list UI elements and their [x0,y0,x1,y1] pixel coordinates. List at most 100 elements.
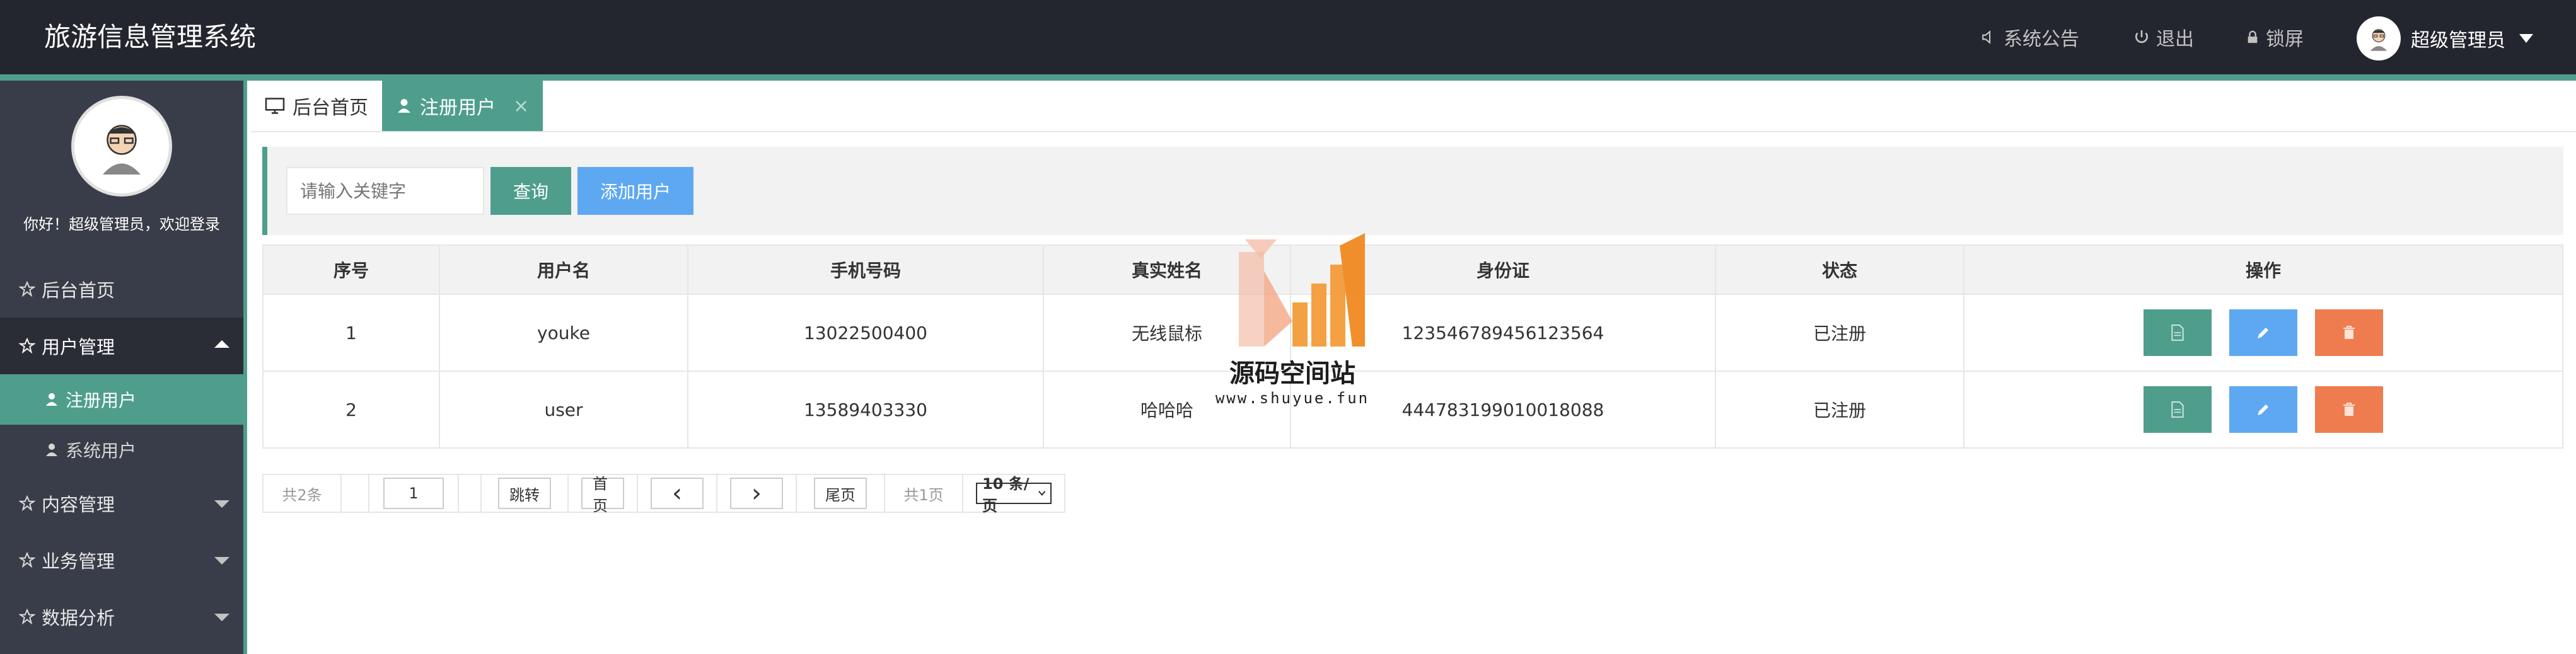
last-page-button[interactable]: 尾页 [814,478,867,509]
view-button[interactable] [2144,309,2212,356]
per-page-select[interactable]: 10 条/页 [976,475,1052,515]
announcement-link[interactable]: 系统公告 [1981,0,2079,74]
view-button[interactable] [2144,386,2212,433]
sidebar-item-label: 系统用户 [66,440,137,461]
user-icon [46,393,57,406]
first-page-cell: 首页 [569,475,638,515]
column-header: 操作 [1963,244,2563,295]
lock-screen-link[interactable]: 锁屏 [2246,0,2304,74]
table-row: 2 user 13589403330 哈哈哈 44478319901001808… [262,370,2563,449]
cell-index: 1 [262,294,440,372]
tab-registered-users[interactable]: 注册用户 × [382,81,543,131]
document-icon [2171,324,2184,341]
sidebar-item-data-analysis[interactable]: 数据分析 [0,588,243,645]
sidebar-item-label: 注册用户 [66,390,137,411]
user-icon [398,99,410,113]
cell-phone: 13022500400 [687,294,1044,372]
chevron-down-icon [1038,491,1045,496]
sidebar-item-label: 业务管理 [42,551,115,572]
prev-page-button[interactable]: ‹ [651,478,704,509]
tab-bar: 后台首页 注册用户 × [251,81,2576,132]
star-icon [19,609,35,625]
sidebar-item-system-users[interactable]: 系统用户 [0,425,243,475]
tab-home[interactable]: 后台首页 [251,81,382,131]
column-header: 手机号码 [687,244,1044,295]
sidebar-item-label: 内容管理 [42,494,115,515]
sidebar-item-label: 用户管理 [42,336,115,358]
pencil-icon [2258,404,2268,415]
lock-icon [2248,30,2258,43]
trash-icon [2343,403,2355,416]
header-accent-bar [0,74,2576,81]
page-input[interactable]: 1 [383,478,444,509]
speaker-icon [1982,30,1991,44]
star-icon [19,281,35,297]
sidebar-item-business-management[interactable]: 业务管理 [0,532,243,588]
star-icon [19,338,35,354]
table-row: 1 youke 13022500400 无线鼠标 123546789456123… [262,294,2563,372]
tab-label: 注册用户 [420,97,496,119]
top-header: 旅游信息管理系统 系统公告 退出 锁屏 超级管理员 [0,0,2576,74]
sidebar-profile: 你好！超级管理员，欢迎登录 [0,96,243,261]
edit-button[interactable] [2229,309,2297,356]
cell-actions [1963,294,2563,372]
search-input[interactable] [286,167,484,215]
pencil-icon [2258,328,2268,338]
user-menu[interactable]: 超级管理员 [2357,16,2533,60]
column-header: 用户名 [439,244,688,295]
sidebar-item-content-management[interactable]: 内容管理 [0,475,243,532]
table-header-row: 序号 用户名 手机号码 真实姓名 身份证 状态 操作 [262,244,2563,295]
per-page-cell: 10 条/页 [963,475,1064,515]
edit-button[interactable] [2229,386,2297,433]
user-name: 超级管理员 [2411,30,2505,52]
jump-cell: 跳转 [482,475,569,512]
trash-icon [2343,326,2355,339]
delete-button[interactable] [2315,386,2383,433]
power-icon [2135,30,2148,43]
app-title: 旅游信息管理系统 [44,21,257,52]
avatar [2357,16,2401,60]
cell-index: 2 [262,370,440,449]
close-icon[interactable]: × [513,95,529,117]
delete-button[interactable] [2315,309,2383,356]
chevron-down-icon [214,500,229,508]
document-icon [2171,401,2184,418]
query-button[interactable]: 查询 [490,167,571,215]
main-content: 后台首页 注册用户 × 查询 添加用户 序号 用户名 手机号码 真实姓名 身份证… [251,81,2576,654]
tab-label: 后台首页 [293,97,368,119]
sidebar-item-registered-users[interactable]: 注册用户 [0,374,243,425]
add-user-button[interactable]: 添加用户 [577,167,693,215]
chevron-up-icon [214,340,229,348]
lock-label: 锁屏 [2266,28,2304,50]
pagination: 共2条 1 跳转 首页 ‹ › 尾页 共1页 10 条/页 [262,474,1065,515]
welcome-text: 你好！超级管理员，欢迎登录 [23,215,220,233]
total-count: 共2条 [264,475,342,512]
pager-spacer [459,475,482,512]
logout-link[interactable]: 退出 [2133,0,2194,74]
cell-status: 已注册 [1715,294,1964,372]
watermark-title: 源码空间站 [1229,359,1355,388]
cell-username: youke [439,294,688,372]
announcement-label: 系统公告 [2004,28,2079,50]
prev-cell: ‹ [638,475,717,512]
chevron-down-icon [214,557,229,565]
next-cell: › [717,475,797,512]
jump-button[interactable]: 跳转 [498,478,551,509]
sidebar-item-home[interactable]: 后台首页 [0,261,243,318]
cell-username: user [439,370,688,449]
first-page-button[interactable]: 首页 [581,475,624,515]
caret-down-icon [2519,34,2533,43]
column-header: 序号 [262,244,440,295]
watermark-logo-icon [1239,233,1365,347]
user-avatar-icon [103,125,141,175]
search-toolbar: 查询 添加用户 [262,147,2563,235]
sidebar-item-user-management[interactable]: 用户管理 [0,318,243,374]
page-input-cell: 1 [369,475,459,512]
pager-spacer [342,475,369,512]
star-icon [19,552,35,568]
user-avatar-icon [2370,29,2387,51]
next-page-button[interactable]: › [730,478,783,509]
column-header: 状态 [1715,244,1964,295]
page-count: 共1页 [885,475,963,512]
watermark-url: www.shuyue.fun [1215,389,1370,407]
